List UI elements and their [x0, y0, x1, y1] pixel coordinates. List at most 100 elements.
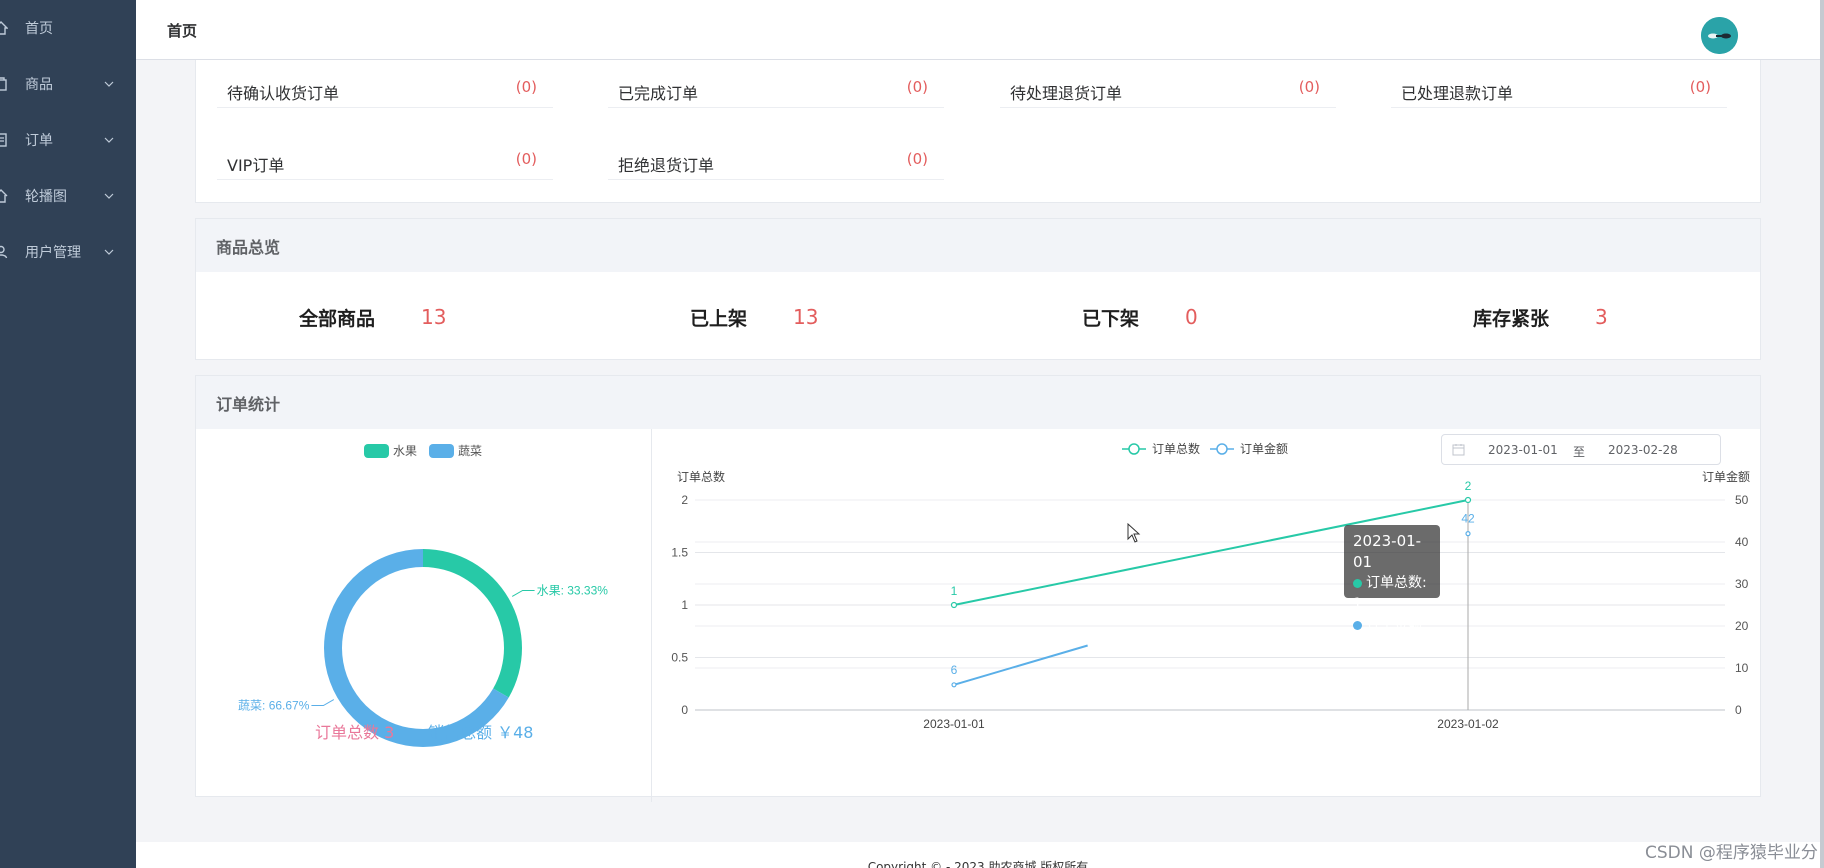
pie-label-1: 蔬菜: 66.67%: [238, 699, 310, 713]
order-status-count: (0): [515, 150, 537, 168]
sidebar-item-label: 首页: [25, 21, 53, 37]
order-status-completed[interactable]: 已完成订单 (0): [608, 60, 944, 108]
x-tick-label: 2023-01-02: [1437, 717, 1499, 731]
tooltip-title: 2023-01-01: [1353, 532, 1422, 571]
order-status-pending-receipt[interactable]: 待确认收货订单 (0): [217, 60, 553, 108]
y-left-tick-label: 0.5: [671, 651, 688, 665]
y-right-tick-label: 10: [1735, 661, 1749, 675]
y-right-tick-label: 50: [1735, 493, 1749, 507]
order-status-rejected-return[interactable]: 拒绝退货订单 (0): [608, 132, 944, 180]
legend-label-0: 订单总数: [1152, 441, 1200, 456]
tooltip-row-amount: 订单金额: 6: [1353, 615, 1440, 657]
sidebar-item-orders[interactable]: 订单: [0, 112, 136, 168]
tooltip-dot: [1353, 578, 1362, 588]
stat-label: 已上架: [690, 307, 748, 330]
x-tick-label: 2023-01-01: [923, 717, 985, 731]
order-status-label: 已完成订单: [618, 84, 699, 103]
y-right-axis-label: 订单金额: [1702, 469, 1750, 484]
date-end[interactable]: 2023-02-28: [1608, 443, 1678, 457]
y-left-tick-label: 2: [681, 493, 688, 507]
chevron-down-icon: [104, 81, 114, 87]
stat-label: 全部商品: [299, 307, 376, 330]
carousel-icon: [0, 189, 8, 203]
order-status-count: (0): [906, 150, 928, 168]
order-status-count: (0): [515, 78, 537, 96]
data-label-order-count: 2: [1465, 479, 1472, 493]
tooltip-dot: [1353, 620, 1362, 630]
chevron-down-icon: [104, 249, 114, 255]
avatar-image: [1701, 17, 1738, 54]
sidebar-item-home[interactable]: 首页: [0, 0, 136, 56]
legend-marker-1: [1216, 443, 1228, 455]
pie-label-line-0: [511, 589, 535, 597]
series-point-order-count: [950, 601, 958, 609]
stat-label: 库存紧张: [1473, 307, 1550, 330]
y-right-tick-label: 0: [1735, 703, 1742, 717]
stat-value: 13: [793, 305, 819, 329]
stat-on-shelf: 已上架 13: [690, 302, 818, 332]
order-status-count: (0): [1298, 78, 1320, 96]
y-right-tick-label: 20: [1735, 619, 1749, 633]
order-status-label: VIP订单: [227, 156, 285, 175]
date-start[interactable]: 2023-01-01: [1488, 443, 1558, 457]
data-label-order-amount: 6: [951, 663, 958, 677]
summary-total-sales: 销售总额 ￥48: [428, 723, 534, 742]
sidebar: 首页 商品 订单 轮播图 用户管理: [0, 0, 136, 868]
date-range-picker[interactable]: 2023-01-01 至 2023-02-28: [1441, 434, 1721, 465]
stat-off-shelf: 已下架 0: [1082, 302, 1198, 332]
stat-label: 已下架: [1082, 307, 1140, 330]
chevron-down-icon: [104, 193, 114, 199]
pie-label-0: 水果: 33.33%: [537, 583, 609, 597]
scrollbar-edge[interactable]: [1820, 0, 1824, 868]
home-icon: [0, 21, 8, 35]
chevron-down-icon: [104, 137, 114, 143]
order-status-label: 拒绝退货订单: [618, 156, 715, 175]
order-status-pending-return[interactable]: 待处理退货订单 (0): [1000, 60, 1336, 108]
y-right-tick-label: 40: [1735, 535, 1749, 549]
order-status-count: (0): [906, 78, 928, 96]
tooltip-text: 订单金额: 6: [1353, 617, 1427, 654]
series-point-order-amount: [1465, 530, 1471, 537]
order-status-count: (0): [1689, 78, 1711, 96]
goods-overview-panel: 商品总览 全部商品 13 已上架 13 已下架 0 库存紧张 3: [195, 218, 1761, 360]
sidebar-item-goods[interactable]: 商品: [0, 56, 136, 112]
goods-icon: [0, 77, 7, 91]
order-status-label: 待处理退货订单: [1010, 84, 1123, 103]
mouse-cursor-icon: [1127, 523, 1141, 543]
footer: Copyright © - 2023 助农商城 版权所有: [136, 842, 1820, 868]
date-separator: 至: [1573, 445, 1586, 459]
order-status-vip[interactable]: VIP订单 (0): [217, 132, 553, 180]
data-label-order-count: 1: [951, 584, 958, 598]
legend-marker-0: [1128, 443, 1140, 455]
sidebar-item-label: 订单: [25, 133, 53, 149]
pie-label-line-1: [311, 699, 335, 707]
order-status-refunded[interactable]: 已处理退款订单 (0): [1391, 60, 1727, 108]
stat-value: 0: [1185, 305, 1198, 329]
order-stats-panel: 订单统计 水果 蔬菜 水果: 33.33% 蔬菜: 66.67% 订单总数 3 销…: [195, 375, 1761, 802]
top-header: 首页: [136, 0, 1824, 60]
breadcrumb[interactable]: 首页: [167, 20, 197, 41]
tooltip-text: 订单总数: 1: [1353, 575, 1427, 612]
summary-total-orders: 订单总数 3: [315, 723, 395, 742]
y-left-tick-label: 0: [681, 703, 688, 717]
stat-all-goods: 全部商品 13: [299, 302, 446, 332]
pie-chart: 水果: 33.33% 蔬菜: 66.67%: [238, 549, 609, 747]
sidebar-item-label: 商品: [25, 77, 53, 93]
sidebar-item-users[interactable]: 用户管理: [0, 224, 136, 280]
stat-value: 3: [1595, 305, 1608, 329]
avatar[interactable]: [1701, 17, 1738, 54]
series-point-order-count: [1464, 496, 1472, 504]
panel-title: 订单统计: [196, 376, 1760, 429]
sidebar-item-label: 轮播图: [25, 189, 67, 205]
order-status-panel: 待确认收货订单 (0) 已完成订单 (0) 待处理退货订单 (0) 已处理退款订…: [195, 60, 1761, 203]
line-chart: 00.511.5201020304050订单总数 订单金额2023-01-01 20…: [671, 441, 1750, 731]
sidebar-item-carousel[interactable]: 轮播图: [0, 168, 136, 224]
calendar-icon: [1452, 444, 1465, 456]
y-right-tick-label: 30: [1735, 577, 1749, 591]
watermark: CSDN @程序猿毕业分享网: [1645, 843, 1818, 863]
sidebar-item-label: 用户管理: [25, 245, 81, 261]
goods-stats: 全部商品 13 已上架 13 已下架 0 库存紧张 3: [196, 272, 1760, 360]
chart-tooltip: 2023-01-01 订单总数: 1 订单金额: 6: [1344, 525, 1440, 654]
y-left-axis-label: 订单总数: [677, 469, 725, 484]
y-left-tick-label: 1: [681, 598, 688, 612]
